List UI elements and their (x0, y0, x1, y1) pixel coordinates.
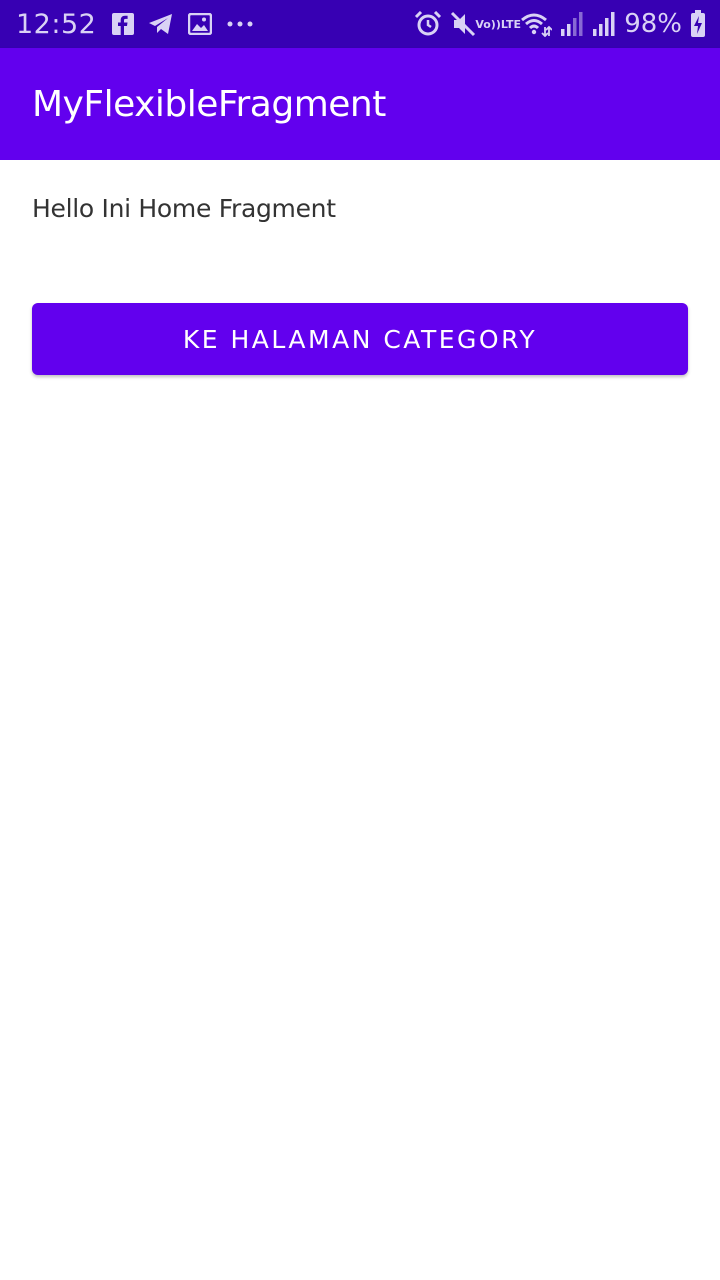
telegram-icon (148, 13, 174, 35)
signal-icon (560, 11, 584, 37)
wifi-icon (520, 11, 553, 37)
battery-charging-icon (690, 10, 706, 38)
gallery-icon (188, 13, 213, 35)
notification-icons (112, 13, 254, 35)
mute-icon (450, 11, 476, 37)
signal-icon (592, 11, 616, 37)
volte-bottom-text: LTE (500, 17, 522, 31)
facebook-icon (112, 13, 135, 35)
system-status-icons: Vo)) LTE 98% (414, 9, 706, 39)
status-bar: 12:52 Vo)) LTE 98% (0, 0, 720, 48)
home-fragment: Hello Ini Home Fragment Ke Halaman Categ… (0, 160, 720, 1280)
app-title: MyFlexibleFragment (32, 83, 386, 125)
volte-top-text: Vo)) (475, 17, 501, 31)
go-to-category-button[interactable]: Ke Halaman Category (32, 303, 688, 375)
battery-percent: 98% (624, 9, 682, 39)
app-bar: MyFlexibleFragment (0, 48, 720, 160)
more-notifications-icon (226, 20, 254, 28)
status-time: 12:52 (16, 8, 97, 40)
hello-text: Hello Ini Home Fragment (32, 194, 336, 223)
alarm-icon (414, 11, 442, 37)
volte-icon: Vo)) LTE (475, 19, 521, 30)
